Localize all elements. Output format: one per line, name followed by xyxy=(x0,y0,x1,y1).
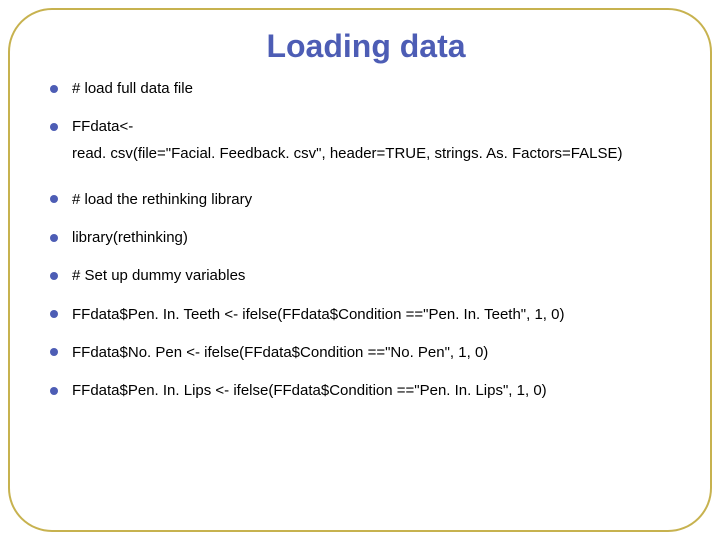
list-item: # Set up dummy variables xyxy=(50,266,682,286)
slide-frame: Loading data # load full data file FFdat… xyxy=(8,8,712,532)
bullet-text: FFdata$No. Pen <- ifelse(FFdata$Conditio… xyxy=(72,344,488,361)
list-item: # load the rethinking library xyxy=(50,190,682,210)
spacer xyxy=(50,182,682,190)
bullet-subtext: read. csv(file="Facial. Feedback. csv", … xyxy=(72,144,682,164)
bullet-text: library(rethinking) xyxy=(72,229,188,246)
list-item: FFdata$Pen. In. Lips <- ifelse(FFdata$Co… xyxy=(50,381,682,401)
bullet-text: # load the rethinking library xyxy=(72,191,252,208)
slide: Loading data # load full data file FFdat… xyxy=(0,0,720,540)
list-item: library(rethinking) xyxy=(50,228,682,248)
bullet-text: # load full data file xyxy=(72,80,193,97)
bullet-text: FFdata$Pen. In. Teeth <- ifelse(FFdata$C… xyxy=(72,306,564,323)
list-item: FFdata$Pen. In. Teeth <- ifelse(FFdata$C… xyxy=(50,305,682,325)
list-item: # load full data file xyxy=(50,79,682,99)
list-item: FFdata$No. Pen <- ifelse(FFdata$Conditio… xyxy=(50,343,682,363)
bullet-text: FFdata<- xyxy=(72,118,133,135)
list-item: FFdata<- read. csv(file="Facial. Feedbac… xyxy=(50,117,682,164)
slide-title: Loading data xyxy=(50,28,682,65)
bullet-list: # load full data file FFdata<- read. csv… xyxy=(50,79,682,401)
bullet-text: FFdata$Pen. In. Lips <- ifelse(FFdata$Co… xyxy=(72,382,547,399)
bullet-text: # Set up dummy variables xyxy=(72,267,245,284)
